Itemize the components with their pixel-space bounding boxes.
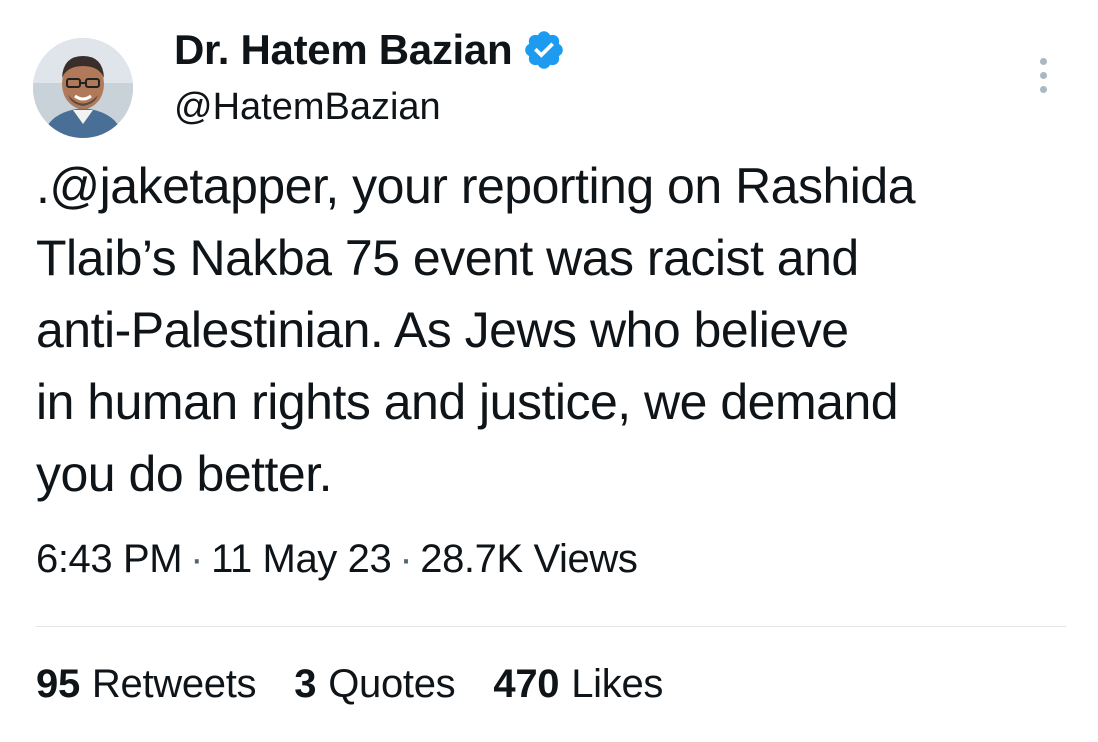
retweets-stat[interactable]: 95 Retweets bbox=[36, 662, 257, 707]
quotes-count: 3 bbox=[294, 662, 317, 706]
retweets-count: 95 bbox=[36, 662, 80, 706]
more-options-icon[interactable] bbox=[1034, 56, 1054, 96]
separator-dot: · bbox=[399, 537, 413, 581]
views-label[interactable]: Views bbox=[534, 537, 638, 581]
tweet-metadata: 6:43 PM · 11 May 23 · 28.7K Views bbox=[36, 537, 638, 582]
verified-badge-icon bbox=[525, 31, 564, 69]
likes-stat[interactable]: 470 Likes bbox=[493, 662, 663, 707]
engagement-stats: 95 Retweets 3 Quotes 470 Likes bbox=[36, 662, 701, 707]
tweet-text: .@jaketapper, your reporting on Rashida … bbox=[36, 158, 916, 502]
quotes-label: Quotes bbox=[328, 662, 456, 706]
quotes-stat[interactable]: 3 Quotes bbox=[294, 662, 455, 707]
tweet-time[interactable]: 6:43 PM bbox=[36, 537, 183, 581]
author-handle[interactable]: @HatemBazian bbox=[174, 86, 441, 129]
display-name-row[interactable]: Dr. Hatem Bazian bbox=[174, 26, 566, 74]
likes-label: Likes bbox=[571, 662, 664, 706]
retweets-label: Retweets bbox=[91, 662, 257, 706]
tweet-date[interactable]: 11 May 23 bbox=[211, 537, 392, 581]
separator-dot: · bbox=[190, 537, 204, 581]
display-name[interactable]: Dr. Hatem Bazian bbox=[174, 26, 513, 74]
views-count[interactable]: 28.7K bbox=[420, 537, 523, 581]
divider bbox=[36, 626, 1066, 627]
tweet-card: Dr. Hatem Bazian @HatemBazian .@jaketapp… bbox=[0, 0, 1098, 742]
avatar[interactable] bbox=[33, 38, 133, 138]
likes-count: 470 bbox=[493, 662, 560, 706]
avatar-photo-icon bbox=[33, 38, 133, 138]
